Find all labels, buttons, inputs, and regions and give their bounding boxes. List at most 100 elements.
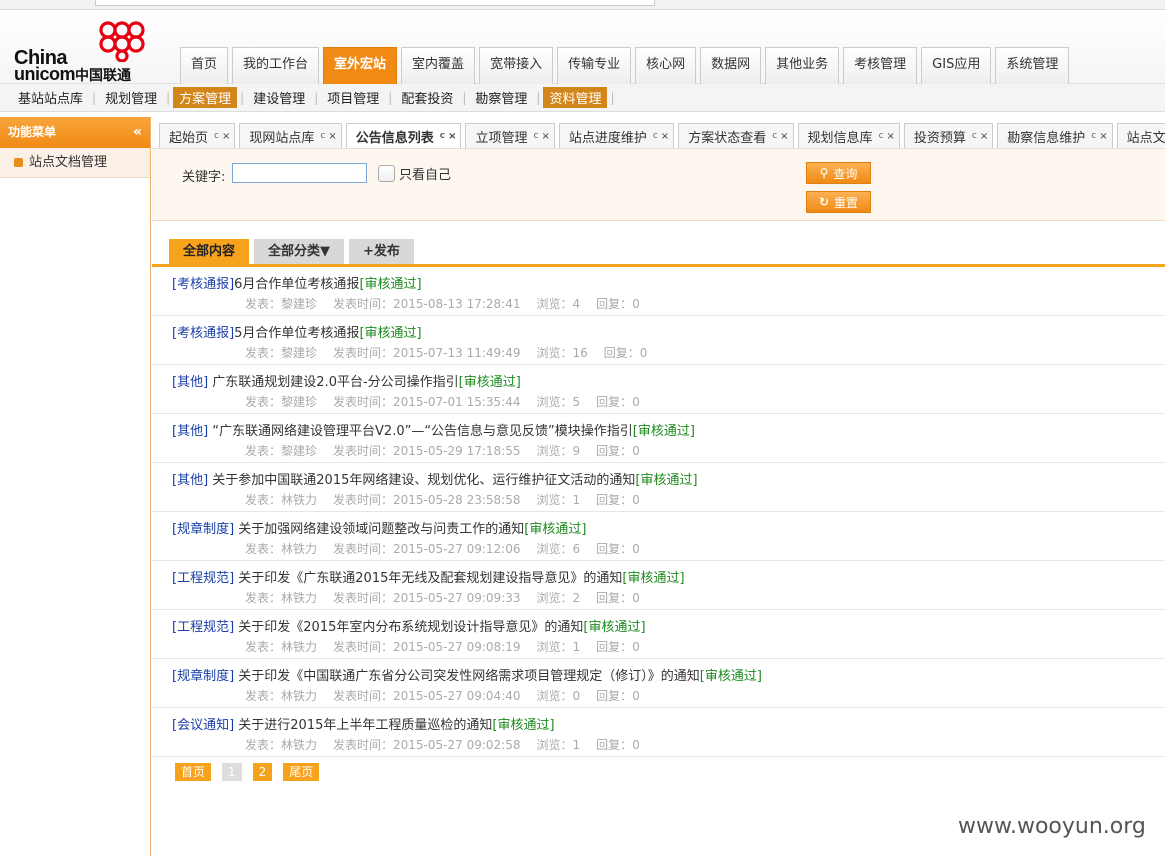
sub-nav-item[interactable]: 建设管理: [247, 87, 311, 108]
main-nav-item[interactable]: 系统管理: [995, 47, 1070, 84]
tab-item[interactable]: 规划信息库 c ×: [797, 123, 900, 148]
sub-nav: 基站站点库 | 规划管理 | 方案管理 | 建设管理 | 项目管理 | 配套投资 | 勘察管理 | 资料管理…: [0, 84, 1165, 112]
keyword-input[interactable]: [232, 163, 367, 183]
tab-refresh-icon[interactable]: c: [440, 131, 445, 141]
post-title[interactable]: 关于进行2015年上半年工程质量巡检的通知: [234, 718, 492, 733]
post-category[interactable]: [其他]: [172, 424, 208, 439]
address-bar[interactable]: [95, 0, 655, 6]
tab-close-icon[interactable]: ×: [980, 131, 988, 142]
tab-refresh-icon[interactable]: c: [772, 131, 777, 141]
tab-item[interactable]: 站点文档管理c×: [1116, 123, 1165, 148]
tab-close-icon[interactable]: ×: [541, 131, 549, 142]
query-button[interactable]: ⚲ 查询: [806, 162, 871, 184]
sub-nav-item[interactable]: 项目管理: [321, 87, 385, 108]
pager-first[interactable]: 首页: [175, 763, 212, 781]
menu-item-site-docs[interactable]: 站点文档管理: [0, 148, 150, 178]
post-category[interactable]: [规章制度]: [172, 522, 234, 537]
only-me-checkbox[interactable]: [378, 165, 395, 182]
post-replies: 回复：0: [596, 297, 640, 311]
pager-last[interactable]: 尾页: [283, 763, 320, 781]
post-title-line: [其他] “广东联通网络建设管理平台V2.0”—“公告信息与意见反馈”模块操作指…: [172, 420, 695, 439]
tab-refresh-icon[interactable]: c: [653, 131, 658, 141]
sub-nav-item[interactable]: 方案管理: [173, 87, 238, 108]
post-title[interactable]: 关于印发《中国联通广东省分公司突发性网络需求项目管理规定（修订）》的通知: [234, 669, 700, 684]
pager-page-1[interactable]: 1: [222, 763, 242, 781]
main-nav-item[interactable]: 室内覆盖: [401, 47, 476, 84]
tab-refresh-icon[interactable]: c: [320, 131, 325, 141]
post-category[interactable]: [其他]: [172, 473, 208, 488]
pager-page-2[interactable]: 2: [252, 763, 273, 781]
post-row: [会议通知] 关于进行2015年上半年工程质量巡检的通知[审核通过] 发表：林铁力…: [152, 708, 1165, 757]
post-title[interactable]: “广东联通网络建设管理平台V2.0”—“公告信息与意见反馈”模块操作指引: [208, 424, 633, 439]
tab-item[interactable]: 公告信息列表 c ×: [345, 123, 462, 148]
main-nav-item[interactable]: 首页: [180, 47, 229, 84]
post-category[interactable]: [考核通报]: [172, 326, 234, 341]
tab-item[interactable]: 投资预算 c ×: [903, 123, 994, 148]
post-title[interactable]: 关于印发《2015年室内分布系统规划设计指导意见》的通知: [234, 620, 583, 635]
post-category[interactable]: [工程规范]: [172, 620, 234, 635]
main-nav-item[interactable]: 我的工作台: [232, 47, 320, 84]
main-nav-item[interactable]: 传输专业: [557, 47, 632, 84]
post-views: 浏览：1: [536, 738, 581, 752]
main-nav-item[interactable]: 宽带接入: [479, 47, 554, 84]
post-time: 发表时间：2015-07-01 15:35:44: [333, 395, 521, 409]
post-category[interactable]: [规章制度]: [172, 669, 234, 684]
only-me-toggle[interactable]: 只看自己: [378, 164, 451, 183]
post-row: [规章制度] 关于加强网络建设领域问题整改与问责工作的通知[审核通过] 发表：林铁…: [152, 512, 1165, 561]
main-nav-item[interactable]: 室外宏站: [323, 47, 398, 84]
post-replies: 回复：0: [596, 493, 640, 507]
main-nav-item[interactable]: 其他业务: [765, 47, 840, 84]
tab-close-icon[interactable]: ×: [328, 131, 336, 142]
post-views: 浏览：16: [536, 346, 588, 360]
post-category[interactable]: [其他]: [172, 375, 208, 390]
post-title-line: [其他] 关于参加中国联通2015年网络建设、规划优化、运行维护征文活动的通知[…: [172, 469, 698, 488]
post-title[interactable]: 关于加强网络建设领域问题整改与问责工作的通知: [234, 522, 524, 537]
post-title-line: [规章制度] 关于印发《中国联通广东省分公司突发性网络需求项目管理规定（修订）》…: [172, 665, 762, 684]
reset-button[interactable]: ↻ 重置: [806, 191, 871, 213]
main-nav-item[interactable]: 核心网: [635, 47, 697, 84]
post-status: [审核通过]: [359, 277, 422, 292]
tab-refresh-icon[interactable]: c: [972, 131, 977, 141]
tab-refresh-icon[interactable]: c: [533, 131, 538, 141]
collapse-icon[interactable]: «: [133, 117, 142, 148]
list-tab-all-categories[interactable]: 全部分类▼: [254, 239, 345, 264]
sub-nav-item[interactable]: 配套投资: [395, 87, 459, 108]
post-title-line: [会议通知] 关于进行2015年上半年工程质量巡检的通知[审核通过]: [172, 714, 555, 733]
post-category[interactable]: [考核通报]: [172, 277, 234, 292]
tab-close-icon[interactable]: ×: [222, 131, 230, 142]
tab-close-icon[interactable]: ×: [448, 131, 456, 142]
tab-refresh-icon[interactable]: c: [879, 131, 884, 141]
post-title[interactable]: 广东联通规划建设2.0平台-分公司操作指引: [208, 375, 458, 390]
post-category[interactable]: [工程规范]: [172, 571, 234, 586]
tab-refresh-icon[interactable]: c: [1091, 131, 1096, 141]
sub-nav-item[interactable]: 资料管理: [543, 87, 608, 108]
sub-nav-item[interactable]: 基站站点库: [12, 87, 89, 108]
tab-close-icon[interactable]: ×: [661, 131, 669, 142]
main-nav-item[interactable]: 数据网: [700, 47, 762, 84]
tab-item[interactable]: 起始页 c ×: [159, 123, 236, 148]
tab-close-icon[interactable]: ×: [887, 131, 895, 142]
tab-item[interactable]: 勘察信息维护 c ×: [997, 123, 1113, 148]
post-time: 发表时间：2015-05-28 23:58:58: [333, 493, 521, 507]
tab-item[interactable]: 立项管理 c ×: [465, 123, 555, 148]
post-title[interactable]: 6月合作单位考核通报: [234, 277, 359, 292]
tab-item[interactable]: 站点进度维护 c ×: [558, 123, 675, 148]
sub-nav-item[interactable]: 勘察管理: [469, 87, 533, 108]
list-tab-publish[interactable]: +发布: [349, 239, 414, 264]
tab-close-icon[interactable]: ×: [1099, 131, 1107, 142]
tab-close-icon[interactable]: ×: [780, 131, 788, 142]
post-title[interactable]: 关于参加中国联通2015年网络建设、规划优化、运行维护征文活动的通知: [208, 473, 635, 488]
tab-label: 公告信息列表: [355, 130, 434, 146]
list-tab-all-content[interactable]: 全部内容: [169, 239, 250, 264]
tab-label: 站点文档管理: [1126, 130, 1165, 146]
tab-refresh-icon[interactable]: c: [214, 131, 219, 141]
post-category[interactable]: [会议通知]: [172, 718, 234, 733]
tab-item[interactable]: 现网站点库 c ×: [239, 123, 342, 148]
post-title[interactable]: 5月合作单位考核通报: [234, 326, 359, 341]
post-replies: 回复：0: [596, 444, 640, 458]
post-title[interactable]: 关于印发《广东联通2015年无线及配套规划建设指导意见》的通知: [234, 571, 622, 586]
sub-nav-item[interactable]: 规划管理: [99, 87, 163, 108]
tab-item[interactable]: 方案状态查看 c ×: [678, 123, 794, 148]
main-nav-item[interactable]: 考核管理: [843, 47, 918, 84]
main-nav-item[interactable]: GIS应用: [921, 47, 992, 84]
